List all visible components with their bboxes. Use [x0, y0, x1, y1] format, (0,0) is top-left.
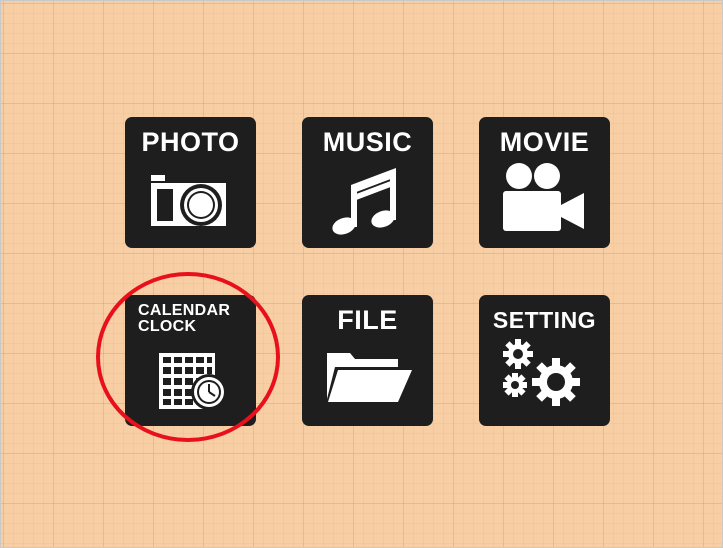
- setting-tile[interactable]: SETTING: [479, 295, 610, 426]
- movie-tile[interactable]: MOVIE: [479, 117, 610, 248]
- calendar-clock-tile[interactable]: CALENDAR CLOCK: [125, 295, 256, 426]
- music-tile[interactable]: MUSIC: [302, 117, 433, 248]
- video-camera-icon: [503, 163, 584, 231]
- photo-tile[interactable]: PHOTO: [125, 117, 256, 248]
- screenshot-border: [0, 0, 723, 548]
- file-tile[interactable]: FILE: [302, 295, 433, 426]
- menu-screen: { "menu": { "photo_label": "PHOTO", "mus…: [0, 0, 723, 548]
- music-notes-icon: [332, 168, 396, 235]
- gears-icon: [503, 339, 580, 406]
- folder-icon: [327, 353, 412, 402]
- camera-icon: [151, 175, 226, 226]
- calendar-clock-icon: [159, 353, 227, 410]
